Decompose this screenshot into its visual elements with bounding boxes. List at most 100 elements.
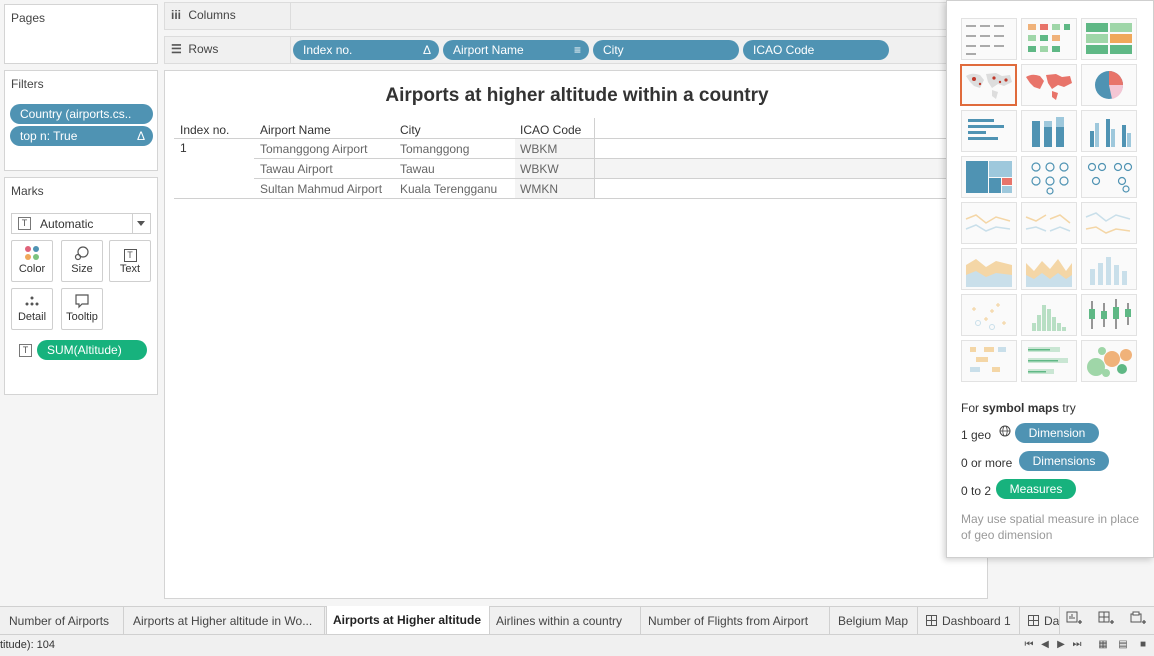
detail-label: Detail	[17, 311, 47, 323]
table-row-2-airport[interactable]: Tawau Airport	[260, 162, 333, 176]
new-worksheet-icon[interactable]	[1064, 611, 1084, 631]
filled-map-chart-icon[interactable]	[1021, 64, 1077, 106]
text-table-chart-icon[interactable]	[961, 18, 1017, 60]
filters-title: Filters	[11, 77, 44, 91]
hint-suffix: try	[1059, 401, 1076, 415]
tab-airports-higher-altitude[interactable]: Airports at Higher altitude	[326, 606, 490, 635]
header-index[interactable]: Index no.	[180, 123, 229, 137]
next-page-icon[interactable]: ▶	[1054, 638, 1068, 652]
side-by-side-circles-chart-icon[interactable]	[1081, 156, 1137, 198]
filter-pill-topn[interactable]: top n: True Δ	[10, 126, 153, 146]
continuous-lines-chart-icon[interactable]	[961, 202, 1017, 244]
requirement-measures-pill: Measures	[996, 479, 1076, 499]
table-row-2-city[interactable]: Tawau	[400, 162, 435, 176]
box-whisker-chart-icon[interactable]	[1081, 294, 1137, 336]
status-bar: titude): 104 ⏮ ◀ ▶ ⏭ ▦ ▤ ■	[0, 634, 1154, 656]
packed-bubbles-chart-icon[interactable]	[1081, 340, 1137, 382]
new-dashboard-icon[interactable]	[1096, 611, 1116, 631]
show-me-panel: For symbol maps try 1 geo Dimension 0 or…	[946, 0, 1154, 558]
tooltip-icon	[62, 289, 102, 311]
table-row-3-airport[interactable]: Sultan Mahmud Airport	[260, 182, 382, 196]
tab-number-of-airports[interactable]: Number of Airports	[3, 607, 124, 635]
index-cell[interactable]: 1	[180, 141, 187, 155]
row-divider	[254, 158, 989, 159]
table-row-3-city[interactable]: Kuala Terengganu	[400, 182, 497, 196]
columns-label: Columns	[188, 8, 236, 22]
table-row-1-airport[interactable]: Tomanggong Airport	[260, 142, 367, 156]
side-by-side-bars-chart-icon[interactable]	[1081, 110, 1137, 152]
tab-dashboard-partial[interactable]: Da	[1022, 607, 1060, 635]
gantt-chart-icon[interactable]	[961, 340, 1017, 382]
rows-label: Rows	[188, 42, 219, 56]
globe-icon	[999, 425, 1011, 440]
pages-title: Pages	[11, 11, 46, 25]
table-row-1-icao[interactable]: WBKM	[520, 142, 557, 156]
circle-views-chart-icon[interactable]	[1021, 156, 1077, 198]
filmstrip-view-icon[interactable]: ▤	[1116, 638, 1130, 652]
rows-shelf-label: ☰ Rows	[171, 42, 218, 56]
stacked-bars-chart-icon[interactable]	[1021, 110, 1077, 152]
table-row-2-icao[interactable]: WBKW	[520, 162, 559, 176]
marks-title: Marks	[11, 184, 44, 198]
header-city[interactable]: City	[400, 123, 421, 137]
detail-button[interactable]: Detail	[11, 288, 53, 330]
tab-belgium-map[interactable]: Belgium Map	[832, 607, 918, 635]
view-canvas[interactable]: Airports at higher altitude within a cou…	[164, 70, 989, 599]
treemap-chart-icon[interactable]	[961, 156, 1017, 198]
tab-label: Dashboard 1	[942, 614, 1011, 628]
detail-icon	[12, 289, 52, 311]
dashboard-icon	[1028, 615, 1039, 626]
grid-view-icon[interactable]: ▦	[1096, 638, 1110, 652]
columns-icon: iii	[171, 8, 182, 22]
chevron-down-icon	[137, 221, 145, 226]
highlight-table-chart-icon[interactable]	[1081, 18, 1137, 60]
dual-lines-chart-icon[interactable]	[1081, 202, 1137, 244]
heat-map-chart-icon[interactable]	[1021, 18, 1077, 60]
tab-dashboard-1[interactable]: Dashboard 1	[920, 607, 1020, 635]
area-continuous-chart-icon[interactable]	[961, 248, 1017, 290]
table-row-1-city[interactable]: Tomanggong	[400, 142, 469, 156]
measure-pill-altitude[interactable]: SUM(Altitude)	[37, 340, 147, 360]
filter-pill-country[interactable]: Country (airports.cs..	[10, 104, 153, 124]
header-airport-name[interactable]: Airport Name	[260, 123, 331, 137]
tab-number-of-flights[interactable]: Number of Flights from Airport	[642, 607, 830, 635]
color-button[interactable]: Color	[11, 240, 53, 282]
mark-type-label: Automatic	[40, 217, 94, 231]
size-button[interactable]: Size	[61, 240, 103, 282]
mark-type-dropdown[interactable]: T Automatic	[11, 213, 151, 234]
area-discrete-chart-icon[interactable]	[1021, 248, 1077, 290]
last-page-icon[interactable]: ⏭	[1070, 638, 1084, 652]
previous-page-icon[interactable]: ◀	[1038, 638, 1052, 652]
row-pill-city[interactable]: City	[593, 40, 739, 60]
tab-label: Airports at Higher altitude	[333, 613, 482, 627]
header-icao[interactable]: ICAO Code	[520, 123, 581, 137]
requirement-dimensions: 0 or more	[961, 456, 1012, 470]
hint-chart-type: symbol maps	[982, 401, 1060, 415]
dual-combination-chart-icon[interactable]	[1081, 248, 1137, 290]
tab-airports-higher-altitude-world[interactable]: Airports at Higher altitude in Wo...	[127, 607, 325, 635]
bullet-graph-chart-icon[interactable]	[1021, 340, 1077, 382]
color-label: Color	[18, 263, 46, 275]
tab-label: Airlines within a country	[496, 614, 623, 628]
first-page-icon[interactable]: ⏮	[1022, 638, 1036, 652]
symbol-map-chart-icon[interactable]	[960, 64, 1017, 106]
row-divider	[254, 178, 989, 179]
horizontal-bars-chart-icon[interactable]	[961, 110, 1017, 152]
row-pill-airport-name[interactable]: Airport Name ≡	[443, 40, 589, 60]
tab-view-icon[interactable]: ■	[1136, 638, 1150, 652]
filter-pill-label: top n: True	[20, 129, 78, 143]
discrete-lines-chart-icon[interactable]	[1021, 202, 1077, 244]
table-row-3-icao[interactable]: WMKN	[520, 182, 558, 196]
row-pill-index[interactable]: Index no. Δ	[293, 40, 439, 60]
tooltip-button[interactable]: Tooltip	[61, 288, 103, 330]
histogram-chart-icon[interactable]	[1021, 294, 1077, 336]
pie-chart-icon[interactable]	[1081, 64, 1137, 106]
new-story-icon[interactable]	[1128, 611, 1148, 631]
tab-label: Number of Airports	[9, 614, 110, 628]
scatter-plot-chart-icon[interactable]	[961, 294, 1017, 336]
row-pill-icao[interactable]: ICAO Code	[743, 40, 889, 60]
text-button[interactable]: T Text	[109, 240, 151, 282]
text-encoding-icon: T	[19, 344, 32, 357]
tab-airlines-within-country[interactable]: Airlines within a country	[490, 607, 641, 635]
filter-pill-label: Country (airports.cs..	[20, 107, 132, 121]
